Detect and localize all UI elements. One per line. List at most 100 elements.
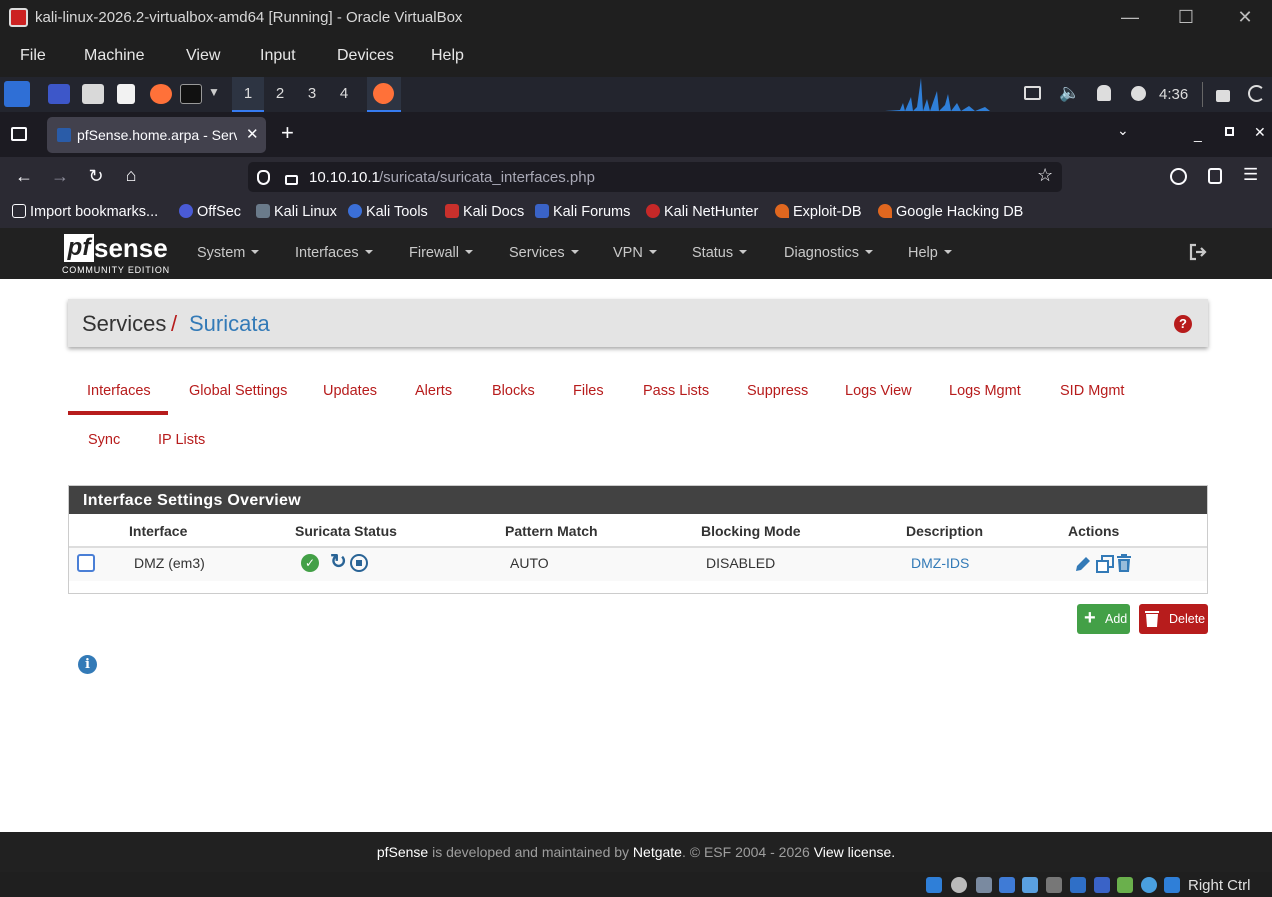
network-icon[interactable]	[999, 877, 1015, 893]
lock-icon[interactable]	[1216, 90, 1230, 102]
delete-button[interactable]: Delete	[1139, 604, 1208, 634]
edit-pencil-icon[interactable]	[1073, 554, 1093, 574]
menu-help[interactable]: Help	[431, 47, 464, 65]
insecure-lock-icon[interactable]	[285, 175, 298, 185]
tab-suppress[interactable]: Suppress	[747, 383, 808, 399]
audio-icon[interactable]	[976, 877, 992, 893]
breadcrumb-current[interactable]: Suricata	[189, 311, 270, 337]
optical-drive-icon[interactable]	[951, 877, 967, 893]
menu-file[interactable]: File	[20, 47, 46, 65]
tab-overview-icon[interactable]	[11, 127, 27, 141]
globe-icon[interactable]	[1141, 877, 1157, 893]
menu-view[interactable]: View	[186, 47, 220, 65]
app-menu-icon[interactable]: ☰	[1243, 165, 1258, 185]
terminal-icon[interactable]	[180, 84, 202, 104]
reload-icon[interactable]: ↻	[84, 166, 108, 187]
extensions-icon[interactable]	[1208, 168, 1222, 184]
pfsense-logo[interactable]: pf sense COMMUNITY EDITION	[62, 234, 170, 276]
bookmark-kali-linux[interactable]: Kali Linux	[256, 204, 337, 220]
tab-files[interactable]: Files	[573, 383, 604, 399]
tracking-shield-icon[interactable]	[257, 170, 270, 185]
question-circle-icon[interactable]: ?	[1174, 315, 1192, 333]
tab-alerts[interactable]: Alerts	[415, 383, 452, 399]
tab-sync[interactable]: Sync	[88, 432, 120, 448]
close-icon[interactable]: ✕	[1254, 124, 1266, 141]
files-icon[interactable]	[82, 84, 104, 104]
firefox-icon[interactable]	[150, 84, 172, 104]
nav-status[interactable]: Status	[692, 245, 747, 261]
minimize-icon[interactable]: _	[1194, 126, 1202, 142]
volume-icon[interactable]: 🔈	[1059, 83, 1080, 103]
bookmark-exploit-db[interactable]: Exploit-DB	[775, 204, 862, 220]
bookmark-kali-tools[interactable]: Kali Tools	[348, 204, 428, 220]
new-tab-icon[interactable]: +	[281, 120, 294, 146]
logout-icon[interactable]	[1248, 85, 1265, 102]
row-checkbox[interactable]	[77, 554, 95, 572]
tab-close-icon[interactable]: ✕	[246, 125, 259, 143]
tab-logs-view[interactable]: Logs View	[845, 383, 912, 399]
tab-pass-lists[interactable]: Pass Lists	[643, 383, 709, 399]
forward-icon[interactable]: →	[48, 166, 72, 187]
list-tabs-icon[interactable]: ⌄	[1117, 122, 1129, 139]
workspace-3[interactable]: 3	[296, 77, 328, 112]
browser-tab-active[interactable]: pfSense.home.arpa - Serv ✕	[47, 117, 266, 153]
workspace-1[interactable]: 1	[232, 77, 264, 112]
chevron-down-icon[interactable]: ▼	[208, 85, 220, 99]
maximize-icon[interactable]	[1225, 127, 1234, 136]
logout-icon[interactable]	[1189, 243, 1207, 261]
footer-license-link[interactable]: View license.	[814, 844, 895, 860]
tab-ip-lists[interactable]: IP Lists	[158, 432, 205, 448]
tab-sid-mgmt[interactable]: SID Mgmt	[1060, 383, 1124, 399]
recording-icon[interactable]	[1094, 877, 1110, 893]
url-bar[interactable]: 10.10.10.1 /suricata/suricata_interfaces…	[248, 162, 1062, 192]
bookmark-import[interactable]: Import bookmarks...	[12, 204, 158, 220]
desktop-icon[interactable]	[48, 84, 70, 104]
tab-global-settings[interactable]: Global Settings	[189, 383, 287, 399]
display-icon[interactable]	[1070, 877, 1086, 893]
cpu-icon[interactable]	[1117, 877, 1133, 893]
text-editor-icon[interactable]	[117, 84, 135, 104]
bookmark-kali-docs[interactable]: Kali Docs	[445, 204, 524, 220]
workspace-4[interactable]: 4	[328, 77, 360, 112]
bookmark-kali-nethunter[interactable]: Kali NetHunter	[646, 204, 758, 220]
bookmark-offsec[interactable]: OffSec	[179, 204, 241, 220]
tab-logs-mgmt[interactable]: Logs Mgmt	[949, 383, 1021, 399]
clock[interactable]: 4:36	[1159, 86, 1188, 103]
hard-disk-icon[interactable]	[926, 877, 942, 893]
row-description[interactable]: DMZ-IDS	[911, 555, 969, 571]
back-icon[interactable]: ←	[12, 166, 36, 187]
nav-diagnostics[interactable]: Diagnostics	[784, 245, 873, 261]
bookmark-kali-forums[interactable]: Kali Forums	[535, 204, 630, 220]
power-manager-icon[interactable]	[1131, 86, 1146, 101]
copy-icon[interactable]	[1095, 554, 1115, 574]
nav-services[interactable]: Services	[509, 245, 579, 261]
tab-blocks[interactable]: Blocks	[492, 383, 535, 399]
kali-menu-icon[interactable]	[4, 81, 30, 107]
shared-folders-icon[interactable]	[1046, 877, 1062, 893]
nav-system[interactable]: System	[197, 245, 259, 261]
nav-help[interactable]: Help	[908, 245, 952, 261]
account-icon[interactable]	[1170, 168, 1187, 185]
menu-machine[interactable]: Machine	[84, 47, 144, 65]
close-icon[interactable]: ✕	[1220, 4, 1270, 30]
usb-icon[interactable]	[1022, 877, 1038, 893]
mouse-integration-icon[interactable]	[1164, 877, 1180, 893]
display-icon[interactable]	[1024, 86, 1041, 100]
tab-updates[interactable]: Updates	[323, 383, 377, 399]
footer-brand[interactable]: pfSense	[377, 844, 428, 860]
nav-interfaces[interactable]: Interfaces	[295, 245, 373, 261]
nav-vpn[interactable]: VPN	[613, 245, 657, 261]
home-icon[interactable]: ⌂	[119, 165, 143, 186]
taskbar-firefox[interactable]	[367, 77, 401, 112]
notification-bell-icon[interactable]	[1097, 85, 1111, 101]
tab-interfaces[interactable]: Interfaces	[87, 383, 151, 399]
restart-icon[interactable]: ↻	[330, 549, 347, 574]
bookmark-google-hacking-db[interactable]: Google Hacking DB	[878, 204, 1023, 220]
menu-devices[interactable]: Devices	[337, 47, 394, 65]
maximize-icon[interactable]: ☐	[1161, 4, 1211, 30]
menu-input[interactable]: Input	[260, 47, 296, 65]
nav-firewall[interactable]: Firewall	[409, 245, 473, 261]
footer-company[interactable]: Netgate	[633, 844, 682, 860]
stop-circle-icon[interactable]	[350, 554, 368, 572]
bookmark-star-icon[interactable]: ☆	[1037, 165, 1053, 186]
